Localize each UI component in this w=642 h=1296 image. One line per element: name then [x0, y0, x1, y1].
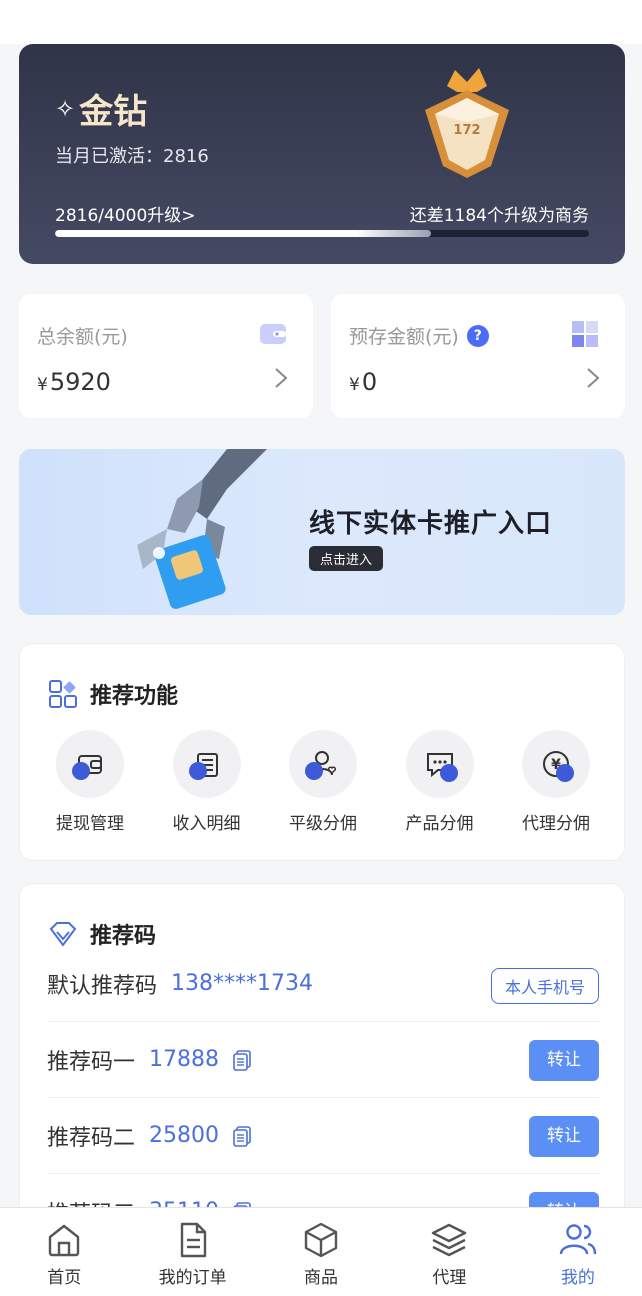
level-title: ✧ 金钻 [55, 84, 147, 133]
code-value: 17888 [149, 1047, 220, 1072]
copy-icon[interactable] [231, 1049, 253, 1071]
level-card: ✧ 金钻 当月已激活：2816 2816/4000升级> 还差1184个升级为商… [19, 44, 625, 264]
code-value: 25800 [149, 1123, 220, 1148]
box-icon [304, 1222, 338, 1258]
feature-label: 产品分佣 [405, 814, 474, 834]
prestore-balance-value: ¥0 [349, 368, 378, 396]
feature-label: 收入明细 [172, 814, 241, 834]
home-icon [49, 1224, 80, 1257]
accent-dot [188, 762, 207, 780]
tab-label: 首页 [47, 1268, 82, 1288]
remaining-text: 还差1184个升级为商务 [409, 206, 589, 226]
accent-dot [305, 762, 323, 780]
tab-mine[interactable]: 我的 [514, 1208, 642, 1296]
feature-label: 平级分佣 [289, 814, 357, 834]
tab-agent[interactable]: 代理 [385, 1208, 513, 1296]
apps-icon [49, 680, 77, 708]
feature-product-commission[interactable]: 产品分佣 [382, 730, 498, 834]
level-name: 金钻 [79, 92, 148, 132]
feature-income-detail[interactable]: 收入明细 [149, 730, 265, 834]
prestore-balance-label: 预存金额(元) ? [349, 322, 489, 349]
accent-dot [556, 764, 574, 782]
help-icon[interactable]: ? [466, 324, 489, 347]
referral-row-1: 推荐码一 17888 转让 [47, 1022, 599, 1098]
tab-home[interactable]: 首页 [0, 1208, 128, 1296]
sparkle-icon: ✧ [55, 94, 76, 123]
features-grid: 提现管理 收入明细 平级分佣 产品分佣 ¥ 代理分佣 [32, 730, 614, 834]
users-icon [559, 1224, 597, 1255]
default-code-value: 138****1734 [171, 971, 313, 996]
features-header: 推荐功能 [48, 678, 178, 710]
feature-peer-commission[interactable]: 平级分佣 [265, 730, 381, 834]
feature-label: 代理分佣 [522, 814, 590, 834]
badge-number: 172 [453, 123, 480, 138]
total-balance-value: ¥5920 [37, 368, 111, 396]
feature-withdraw[interactable]: 提现管理 [32, 730, 148, 834]
activated-count: 当月已激活：2816 [55, 146, 209, 167]
code-label: 推荐码一 [47, 1049, 136, 1075]
referral-row-2: 推荐码二 25800 转让 [47, 1098, 599, 1174]
transfer-button[interactable]: 转让 [529, 1040, 599, 1081]
own-phone-tag: 本人手机号 [490, 968, 599, 1004]
tab-label: 代理 [432, 1268, 467, 1288]
tab-products[interactable]: 商品 [257, 1208, 385, 1296]
total-balance-label: 总余额(元) [37, 326, 128, 348]
feature-icon-bg [289, 730, 357, 798]
page: ✧ 金钻 当月已激活：2816 2816/4000升级> 还差1184个升级为商… [0, 0, 642, 1296]
document-icon [180, 1222, 206, 1258]
prestore-balance-card[interactable]: 预存金额(元) ? ¥0 [331, 294, 625, 418]
default-referral-row: 默认推荐码 138****1734 本人手机号 [47, 946, 599, 1022]
tab-my-orders[interactable]: 我的订单 [128, 1208, 256, 1296]
feature-icon-bg [172, 730, 241, 798]
feature-icon-bg: ¥ [522, 730, 590, 798]
tab-label: 我的 [560, 1268, 595, 1288]
status-area [0, 0, 642, 44]
features-title: 推荐功能 [90, 684, 179, 709]
wallet-icon [260, 324, 286, 344]
chevron-right-icon [275, 368, 288, 388]
feature-icon-bg [405, 730, 474, 798]
banner-enter-button[interactable]: 点击进入 [309, 546, 384, 571]
tab-label: 我的订单 [158, 1268, 227, 1288]
feature-icon-bg [56, 730, 124, 798]
feature-agent-commission[interactable]: ¥ 代理分佣 [498, 730, 614, 834]
banner-title: 线下实体卡推广入口 [309, 509, 553, 539]
layers-icon [432, 1223, 467, 1257]
transfer-button[interactable]: 转让 [529, 1116, 599, 1157]
upgrade-progress-bar [55, 230, 589, 237]
accent-dot [439, 764, 458, 782]
upgrade-progress-link[interactable]: 2816/4000升级> [55, 201, 196, 226]
chevron-right-icon [587, 368, 600, 388]
diamond-badge-icon: 172 [425, 68, 509, 178]
bottom-tab-bar: 首页 我的订单 商品 代理 我的 [0, 1207, 642, 1296]
default-code-label: 默认推荐码 [47, 973, 158, 999]
total-balance-card[interactable]: 总余额(元) ¥5920 [19, 294, 313, 418]
robot-hand-card-illustration [137, 449, 267, 609]
diamond-icon [49, 922, 77, 947]
recommended-features-card: 推荐功能 提现管理 收入明细 平级分佣 产品分佣 ¥ 代理分佣 [19, 643, 625, 861]
offline-card-banner[interactable]: 线下实体卡推广入口 点击进入 [19, 449, 625, 615]
grid-icon [572, 321, 598, 347]
tab-label: 商品 [304, 1268, 339, 1288]
upgrade-progress-fill [55, 230, 431, 237]
feature-label: 提现管理 [56, 814, 124, 834]
copy-icon[interactable] [231, 1125, 253, 1147]
code-label: 推荐码二 [47, 1125, 136, 1151]
accent-dot [72, 762, 90, 780]
